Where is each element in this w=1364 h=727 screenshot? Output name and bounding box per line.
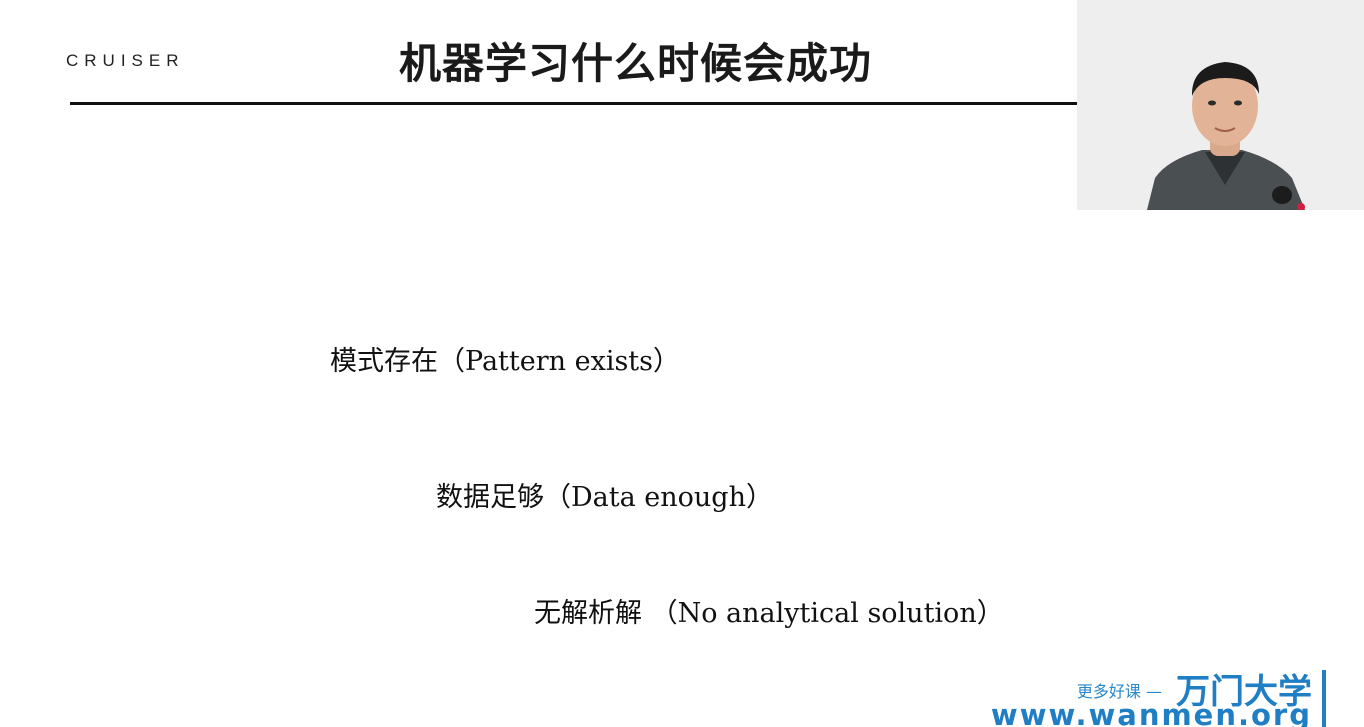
watermark-divider	[1322, 670, 1326, 727]
bullet-data-enough: 数据足够（Data enough）	[436, 482, 773, 513]
bullet-no-analytical-solution: 无解析解 （No analytical solution）	[534, 598, 1004, 629]
presenter-video-icon	[1077, 0, 1364, 210]
slide-title: 机器学习什么时候会成功	[399, 39, 873, 88]
presenter-video	[1077, 0, 1364, 210]
bullet-pattern-exists: 模式存在（Pattern exists）	[330, 346, 681, 377]
wanmen-watermark: 更多好课 — 万门大学 www.wanmen.org	[972, 664, 1326, 727]
watermark-url: www.wanmen.org	[990, 698, 1312, 727]
cruiser-logo: CRUISER	[66, 51, 185, 70]
title-divider	[70, 102, 1078, 105]
